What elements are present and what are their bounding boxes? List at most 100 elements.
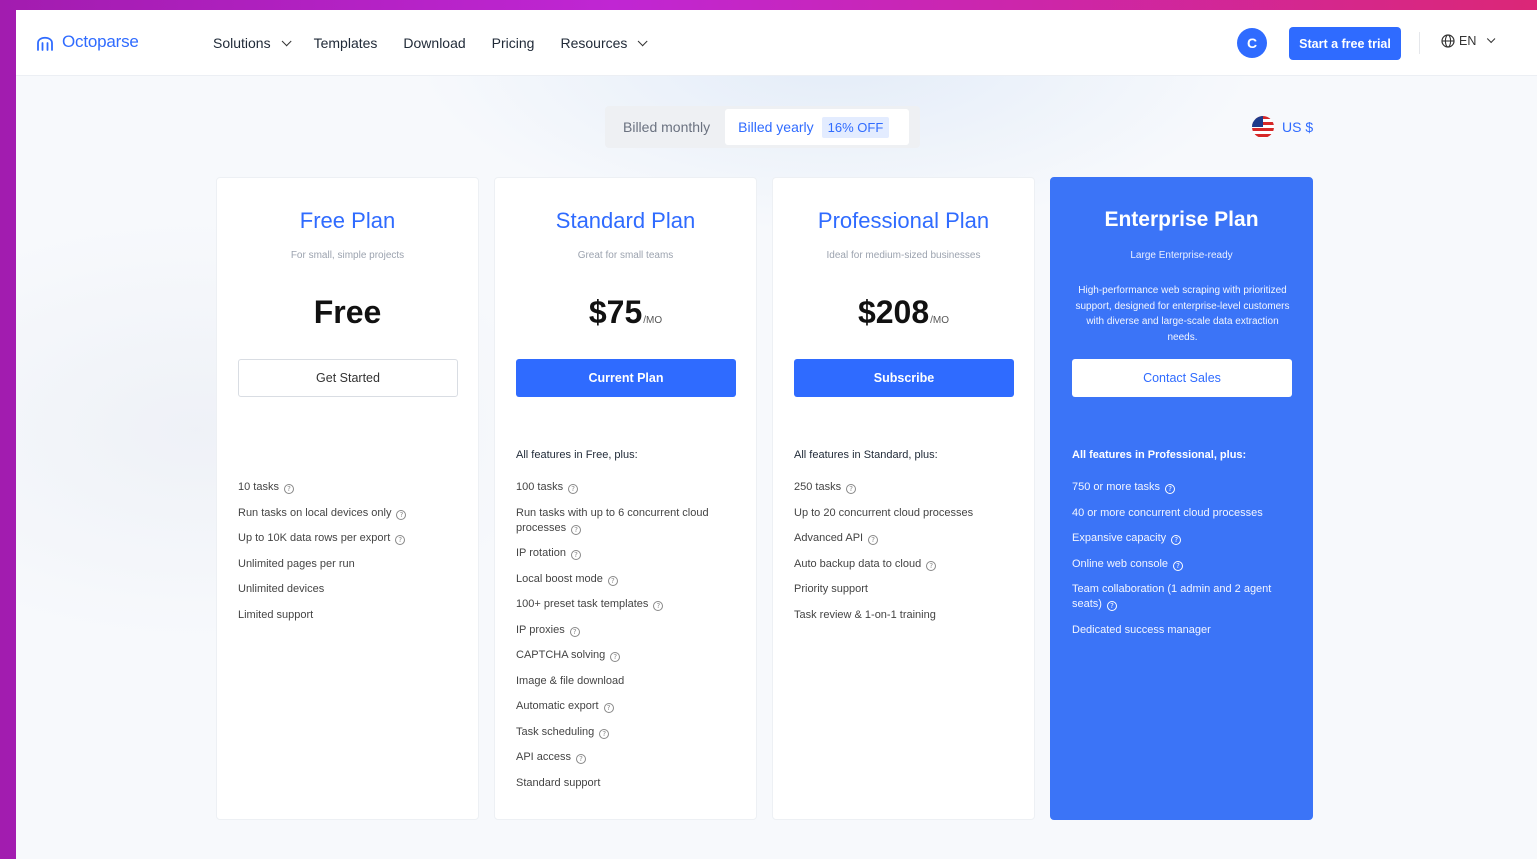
brand-logo[interactable]: Octoparse	[34, 31, 139, 53]
help-icon[interactable]: ?	[568, 484, 579, 494]
help-icon[interactable]: ?	[1173, 560, 1184, 571]
price-amount: $208	[857, 294, 930, 330]
feature-item: 40 or more concurrent cloud processes	[1072, 506, 1297, 521]
plan-price: $208/MO	[773, 294, 1034, 331]
discount-badge: 16% OFF	[821, 116, 890, 138]
help-icon[interactable]: ?	[868, 535, 879, 545]
plan-name: Standard Plan	[555, 208, 696, 233]
billed-yearly-option[interactable]: Billed yearly 16% OFF	[725, 109, 910, 145]
help-icon[interactable]: ?	[846, 484, 857, 494]
help-icon[interactable]: ?	[570, 550, 581, 560]
feature-item: Task scheduling?	[516, 725, 741, 740]
feature-item: Online web console?	[1072, 557, 1297, 572]
billing-toggle: Billed monthly Billed yearly 16% OFF	[605, 106, 920, 148]
feature-text: Task scheduling	[516, 725, 595, 738]
chevron-down-icon	[1487, 34, 1496, 44]
menu-resources-label: Resources	[560, 35, 628, 51]
menu-download[interactable]: Download	[403, 35, 465, 51]
feature-item: Local boost mode?	[516, 572, 741, 587]
menu-templates[interactable]: Templates	[314, 35, 378, 51]
feature-text: API access	[516, 751, 572, 763]
help-icon[interactable]: ?	[603, 703, 614, 713]
feature-text: Automatic export	[516, 700, 599, 712]
feature-item: Unlimited devices	[238, 582, 463, 597]
help-icon[interactable]: ?	[395, 535, 406, 545]
language-label: EN	[1459, 34, 1477, 48]
nav-divider	[1419, 32, 1420, 54]
feature-item: Team collaboration (1 admin and 2 agent …	[1072, 582, 1297, 612]
plan-subtitle: Large Enterprise-ready	[1130, 250, 1233, 261]
feature-item: Standard support	[516, 776, 741, 791]
help-icon[interactable]: ?	[607, 575, 618, 586]
price-amount: $75	[588, 294, 643, 330]
globe-icon	[1441, 34, 1455, 48]
contact-sales-button[interactable]: Contact Sales	[1072, 359, 1292, 397]
menu-solutions[interactable]: Solutions	[213, 35, 292, 51]
feature-text: Local boost mode	[516, 572, 603, 585]
current-plan-button[interactable]: Current Plan	[516, 359, 736, 397]
feature-item: Auto backup data to cloud?	[794, 557, 1019, 572]
octopus-icon	[37, 36, 53, 51]
help-icon[interactable]: ?	[1165, 484, 1176, 494]
feature-item: 750 or more tasks?	[1072, 480, 1297, 495]
feature-item: Unlimited pages per run	[238, 557, 463, 572]
plan-subtitle: Ideal for medium-sized businesses	[826, 250, 981, 261]
feature-list: 10 tasks? Run tasks on local devices onl…	[238, 480, 463, 633]
help-icon[interactable]: ?	[610, 652, 621, 662]
help-icon[interactable]: ?	[569, 626, 580, 637]
plan-description: High-performance web scraping with prior…	[1075, 285, 1290, 343]
feature-text: 40 or more concurrent cloud processes	[1072, 506, 1263, 519]
plan-price: $75/MO	[495, 294, 756, 331]
language-selector[interactable]: EN	[1441, 34, 1496, 48]
user-avatar[interactable]: C	[1237, 28, 1267, 58]
help-icon[interactable]: ?	[653, 601, 664, 611]
help-icon[interactable]: ?	[1171, 535, 1182, 545]
plan-name: Professional Plan	[817, 208, 990, 233]
menu-pricing[interactable]: Pricing	[492, 35, 535, 51]
menu-solutions-label: Solutions	[213, 35, 271, 51]
feature-text: 250 tasks	[794, 481, 842, 493]
help-icon[interactable]: ?	[599, 728, 610, 739]
help-icon[interactable]: ?	[571, 524, 582, 535]
menu-pricing-label: Pricing	[491, 35, 535, 51]
price-unit: /MO	[643, 315, 663, 326]
feature-text: 100+ preset task templates	[516, 598, 649, 610]
feature-text: Online web console	[1072, 557, 1169, 570]
subscribe-button[interactable]: Subscribe	[794, 359, 1014, 397]
feature-item: Image & file download	[516, 674, 741, 689]
feature-text: Auto backup data to cloud	[794, 557, 922, 570]
help-icon[interactable]: ?	[396, 509, 407, 520]
feature-item: Limited support	[238, 608, 463, 623]
feature-list: 750 or more tasks? 40 or more concurrent…	[1072, 480, 1297, 648]
feature-text: CAPTCHA solving	[516, 649, 606, 661]
feature-item: Expansive capacity?	[1072, 531, 1297, 546]
price-unit: /MO	[930, 315, 950, 326]
get-started-button[interactable]: Get Started	[238, 359, 458, 397]
help-icon[interactable]: ?	[576, 754, 587, 764]
plan-subtitle: For small, simple projects	[290, 250, 405, 261]
features-heading: All features in Free, plus:	[516, 449, 638, 461]
feature-text: Advanced API	[794, 532, 864, 544]
plan-price: Free	[217, 294, 478, 331]
plan-subtitle: Great for small teams	[577, 250, 674, 261]
chevron-down-icon	[281, 35, 292, 46]
plan-card-professional: Professional Plan Ideal for medium-sized…	[772, 177, 1035, 820]
help-icon[interactable]: ?	[1106, 601, 1117, 611]
chevron-down-icon	[638, 35, 648, 46]
feature-item: Automatic export?	[516, 699, 741, 714]
feature-item: Run tasks on local devices only?	[238, 506, 463, 521]
start-free-trial-button[interactable]: Start a free trial	[1289, 27, 1401, 60]
menu-resources[interactable]: Resources	[560, 35, 648, 51]
billed-monthly-option[interactable]: Billed monthly	[608, 109, 725, 145]
help-icon[interactable]: ?	[283, 484, 294, 494]
feature-text: Up to 10K data rows per export	[238, 532, 391, 544]
feature-text: Unlimited devices	[238, 583, 325, 595]
feature-item: 250 tasks?	[794, 480, 1019, 495]
menu-templates-label: Templates	[313, 35, 378, 51]
currency-selector[interactable]: US $	[1252, 116, 1313, 138]
feature-item: Up to 20 concurrent cloud processes	[794, 506, 1019, 521]
plan-name: Free Plan	[299, 208, 396, 233]
features-heading: All features in Standard, plus:	[794, 449, 938, 461]
help-icon[interactable]: ?	[926, 560, 937, 571]
feature-item: Advanced API?	[794, 531, 1019, 546]
